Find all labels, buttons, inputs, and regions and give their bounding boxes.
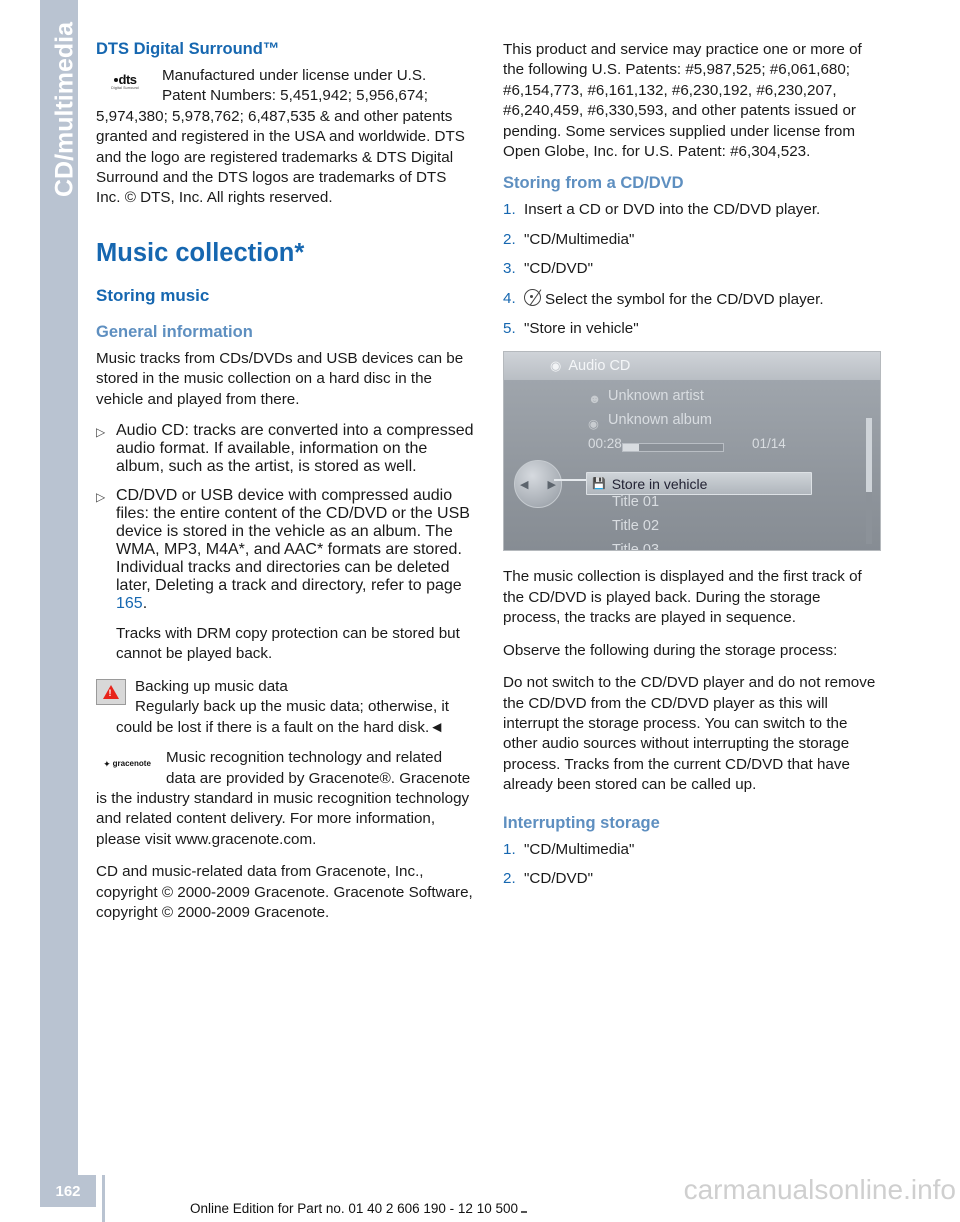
footer-boxed-marker	[520, 1211, 527, 1213]
screen-track-item[interactable]: Title 03	[612, 542, 659, 550]
cd-icon: ◉	[550, 358, 562, 374]
step-text-label: Select the symbol for the CD/DVD player.	[545, 290, 824, 308]
footer-edition-text: Online Edition for Part no. 01 40 2 606 …	[190, 1201, 527, 1216]
step-text: "CD/Multimedia"	[524, 840, 635, 858]
album-icon: ◉	[588, 417, 599, 432]
list-item: 2. "CD/DVD"	[503, 869, 881, 889]
step-text: "CD/Multimedia"	[524, 230, 635, 248]
step-number: 2.	[503, 230, 516, 248]
page-number: 162	[40, 1175, 96, 1207]
chevron-left-icon: ◀	[520, 479, 529, 492]
gracenote-block: ✦ gracenote Music recognition technology …	[96, 748, 474, 850]
step-number: 1.	[503, 840, 516, 858]
interrupting-storage-heading: Interrupting storage	[503, 813, 660, 832]
after-screen-paragraph-2: Observe the following during the storage…	[503, 641, 838, 659]
step-text: "CD/DVD"	[524, 260, 594, 278]
step-number: 3.	[503, 260, 516, 278]
warning-text: Regularly back up the music data; otherw…	[116, 698, 450, 736]
dts-heading: DTS Digital Surround™	[96, 40, 280, 58]
callout-connector	[554, 479, 588, 482]
left-column: DTS Digital Surround™ dts Digital Surrou…	[96, 40, 474, 935]
bullet-item: ▷ CD/DVD or USB device with compressed a…	[96, 487, 474, 613]
list-item: 3. "CD/DVD"	[503, 259, 881, 279]
screen-album: Unknown album	[608, 412, 712, 429]
screen-track-item[interactable]: Title 01	[612, 494, 659, 510]
step-text: Select the symbol for the CD/DVD player.	[524, 288, 881, 310]
step-number: 4.	[503, 289, 516, 307]
warning-block: Backing up music data Regularly back up …	[96, 677, 474, 738]
list-item: 2. "CD/Multimedia"	[503, 230, 881, 250]
idrive-screen-illustration: ◉ Audio CD ☻ Unknown artist ◉ Unknown al…	[503, 351, 881, 552]
chapter-tab-label: CD/multimedia	[50, 21, 79, 198]
artist-icon: ☻	[588, 392, 602, 407]
drm-text: Tracks with DRM copy protection can be s…	[116, 625, 460, 663]
screen-highlight-label: Store in vehicle	[611, 475, 708, 492]
storing-steps-list: 1. Insert a CD or DVD into the CD/DVD pl…	[503, 200, 881, 339]
step-number: 2.	[503, 869, 516, 887]
step-number: 1.	[503, 201, 516, 219]
screen-scrollbar[interactable]	[866, 418, 872, 545]
footer-divider	[102, 1175, 105, 1222]
list-item: 1. "CD/Multimedia"	[503, 840, 881, 860]
list-item: 4. Select the symbol for the CD/DVD play…	[503, 288, 881, 310]
triangle-bullet-icon: ▷	[96, 490, 106, 505]
screen-title: Audio CD	[568, 358, 631, 375]
screen-body: ☻ Unknown artist ◉ Unknown album 00:28 0…	[504, 380, 880, 551]
footer-edition-label: Online Edition for Part no. 01 40 2 606 …	[190, 1201, 518, 1216]
bullet-text-tail: .	[142, 595, 148, 613]
dts-logo-sub: Digital Surround	[111, 86, 139, 91]
list-item: 5. "Store in vehicle"	[503, 319, 881, 339]
watermark: carmanualsonline.info	[683, 1174, 956, 1205]
after-screen-paragraph-1: The music collection is displayed and th…	[503, 568, 862, 627]
list-item: 1. Insert a CD or DVD into the CD/DVD pl…	[503, 200, 881, 220]
storing-music-heading: Storing music	[96, 285, 210, 305]
page-reference-link[interactable]: 165	[116, 595, 143, 612]
screen-track-item[interactable]: Title 02	[612, 518, 659, 534]
dts-logo-main: dts	[118, 72, 138, 88]
music-collection-heading: Music collection*	[96, 238, 305, 267]
storing-from-cd-heading: Storing from a CD/DVD	[503, 174, 684, 193]
triangle-bullet-icon: ▷	[96, 425, 106, 440]
cd-disc-icon	[524, 288, 542, 306]
bullet-item: ▷ Audio CD: tracks are converted into a …	[96, 422, 474, 476]
gracenote-logo-icon: ✦ gracenote	[103, 758, 151, 769]
screen-elapsed: 00:28	[588, 436, 622, 452]
step-number: 5.	[503, 320, 516, 338]
dts-logo-icon: dts Digital Surround	[96, 69, 154, 95]
gracenote-logo-text: gracenote	[112, 759, 151, 769]
warning-triangle-icon	[96, 678, 126, 705]
gracenote-copyright: CD and music-related data from Gracenote…	[96, 863, 473, 921]
screen-highlighted-item[interactable]: 💾 Store in vehicle	[586, 472, 812, 496]
right-column: This product and service may practice on…	[503, 40, 881, 898]
interrupting-steps-list: 1. "CD/Multimedia" 2. "CD/DVD"	[503, 840, 881, 890]
general-information-text: Music tracks from CDs/DVDs and USB devic…	[96, 349, 464, 408]
screen-titlebar: ◉ Audio CD	[504, 352, 880, 381]
step-text: "Store in vehicle"	[524, 320, 639, 338]
after-screen-paragraph-3: Do not switch to the CD/DVD player and d…	[503, 674, 876, 794]
chapter-tab: CD/multimedia	[40, 0, 79, 1175]
idrive-controller-knob[interactable]: ◀ ▶	[514, 460, 562, 509]
patents-text: This product and service may practice on…	[503, 41, 862, 161]
general-information-heading: General information	[96, 322, 253, 341]
step-text: Insert a CD or DVD into the CD/DVD playe…	[524, 201, 821, 219]
bullet-text-body: CD/DVD or USB device with compressed aud…	[116, 487, 470, 595]
step-text: "CD/DVD"	[524, 869, 594, 887]
screen-track-count: 01/14	[752, 436, 786, 452]
dts-block: dts Digital Surround Manufactured under …	[96, 66, 474, 209]
screen-progress-bar	[622, 443, 724, 453]
bullet-text: Audio CD: tracks are converted into a co…	[116, 422, 474, 476]
bullet-text: CD/DVD or USB device with compressed aud…	[116, 487, 474, 613]
screen-artist: Unknown artist	[608, 388, 704, 405]
warning-title: Backing up music data	[135, 677, 288, 695]
save-icon: 💾	[592, 478, 606, 491]
